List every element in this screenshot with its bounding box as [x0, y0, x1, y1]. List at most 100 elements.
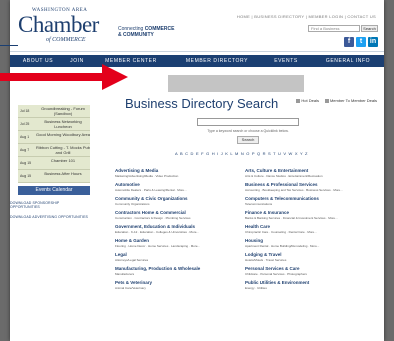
- category-item[interactable]: Personal Services & Care Childcare · Pers…: [245, 266, 375, 276]
- category-subs[interactable]: Construction · Contractors & Design · Pl…: [115, 216, 245, 220]
- logo-main-text: Chamber: [18, 12, 99, 37]
- category-item[interactable]: Automotive Automobile Dealers · Parts & L…: [115, 182, 245, 192]
- category-name[interactable]: Advertising & Media: [115, 168, 245, 173]
- redacted-banner: [168, 75, 304, 92]
- sponsorship-link[interactable]: DOWNLOAD SPONSORSHIP OPPORTUNITIES: [10, 201, 90, 209]
- category-item[interactable]: Business & Professional Services Accounti…: [245, 182, 375, 192]
- category-name[interactable]: Manufacturing, Production & Wholesale: [115, 266, 245, 271]
- category-subs[interactable]: Childcare · Personal Services · Photogra…: [245, 272, 375, 276]
- category-subs[interactable]: Banks & Banking Services · Financial & I…: [245, 216, 375, 220]
- category-item[interactable]: Finance & Insurance Banks & Banking Servi…: [245, 210, 375, 220]
- header-search-button[interactable]: Search: [361, 25, 378, 32]
- nav-general-info[interactable]: GENERAL INFO: [312, 58, 384, 64]
- category-name[interactable]: Computers & Telecommunications: [245, 196, 375, 201]
- category-subs[interactable]: Animal Care/Veterinary: [115, 286, 245, 290]
- chamber-logo[interactable]: WASHINGTON AREA Chamber of COMMERCE: [18, 4, 110, 46]
- category-item[interactable]: Home & Garden Flooring · Home Decor · Hom…: [115, 238, 245, 248]
- nav-events[interactable]: EVENTS: [260, 58, 312, 64]
- category-item[interactable]: Community & Civic Organizations Community…: [115, 196, 245, 206]
- top-links[interactable]: HOME | BUSINESS DIRECTORY | MEMBER LOGIN…: [237, 14, 376, 19]
- category-name[interactable]: Personal Services & Care: [245, 266, 375, 271]
- category-item[interactable]: Advertising & Media Marketing/Advertising…: [115, 168, 245, 178]
- event-item[interactable]: Jul 25 Business Networking Luncheon: [18, 118, 90, 131]
- frame-line: [0, 45, 18, 46]
- alphabet-links[interactable]: A B C D E F G H I J K L M N O P Q R S T …: [175, 151, 308, 156]
- category-item[interactable]: Health Care Chiropractic Care · Counselin…: [245, 224, 375, 234]
- category-item[interactable]: Public Utilities & Environment Energy · U…: [245, 280, 375, 290]
- category-item[interactable]: Computers & Telecommunications Telecommun…: [245, 196, 375, 206]
- search-hint: Type a keyword search or choose a Quickl…: [207, 129, 289, 133]
- category-subs[interactable]: Education · K-12 · Education - Colleges …: [115, 230, 245, 234]
- events-calendar-button[interactable]: Events Calendar: [18, 186, 90, 195]
- event-item[interactable]: Aug 15 Chamber 101: [18, 157, 90, 170]
- twitter-icon[interactable]: t: [356, 37, 366, 47]
- event-date: Aug 7: [20, 148, 30, 152]
- event-item[interactable]: Aug 1 Good Morning Woodbury Area: [18, 131, 90, 144]
- directory-search-button[interactable]: Search: [237, 136, 259, 144]
- category-subs[interactable]: Telecommunications: [245, 202, 375, 206]
- site-header: WASHINGTON AREA Chamber of COMMERCE Conn…: [10, 0, 384, 52]
- category-name[interactable]: Home & Garden: [115, 238, 245, 243]
- tagline-community: & COMMUNITY: [118, 32, 154, 38]
- category-name[interactable]: Government, Education & Individuals: [115, 224, 245, 229]
- category-item[interactable]: Government, Education & Individuals Educa…: [115, 224, 245, 234]
- category-subs[interactable]: Attorneys/Legal Services: [115, 258, 245, 262]
- category-name[interactable]: Automotive: [115, 182, 245, 187]
- category-subs[interactable]: Community Organizations: [115, 202, 245, 206]
- event-date: Aug 15: [20, 161, 32, 165]
- logo-sub-text: of COMMERCE: [46, 37, 86, 43]
- category-name[interactable]: Community & Civic Organizations: [115, 196, 245, 201]
- category-subs[interactable]: Apartment Rental · Home Building/Remodel…: [245, 244, 375, 248]
- facebook-icon[interactable]: f: [344, 37, 354, 47]
- tagline: Connecting COMMERCE & COMMUNITY: [118, 26, 174, 38]
- category-name[interactable]: Legal: [115, 252, 245, 257]
- category-item[interactable]: Housing Apartment Rental · Home Building/…: [245, 238, 375, 248]
- category-subs[interactable]: Automobile Dealers · Parts & Leasing/Ren…: [115, 188, 245, 192]
- category-name[interactable]: Health Care: [245, 224, 375, 229]
- category-name[interactable]: Arts, Culture & Entertainment: [245, 168, 375, 173]
- category-item[interactable]: Pets & Veterinary Animal Care/Veterinary: [115, 280, 245, 290]
- category-subs[interactable]: Accounting · Bookkeeping and Tax Service…: [245, 188, 375, 192]
- category-subs[interactable]: Flooring · Home Decor · Home Services · …: [115, 244, 245, 248]
- event-title: Good Morning Woodbury Area: [36, 132, 90, 137]
- member-deals-checkbox[interactable]: Member To Member Deals: [325, 98, 377, 103]
- category-name[interactable]: Housing: [245, 238, 375, 243]
- event-item[interactable]: Aug 7 Ribbon Cutting - T. Mocks Pub and …: [18, 144, 90, 157]
- category-subs[interactable]: Manufacturers: [115, 272, 245, 276]
- event-title: Business After Hours: [44, 171, 82, 176]
- event-date: Jul 18: [20, 109, 30, 113]
- category-item[interactable]: Contractors Home & Commercial Constructio…: [115, 210, 245, 220]
- browser-page: WASHINGTON AREA Chamber of COMMERCE Conn…: [10, 0, 384, 341]
- event-title: Ribbon Cutting - T. Mocks Pub and Grill: [36, 145, 90, 155]
- nav-member-directory[interactable]: MEMBER DIRECTORY: [174, 58, 260, 64]
- category-name[interactable]: Finance & Insurance: [245, 210, 375, 215]
- category-item[interactable]: Manufacturing, Production & Wholesale Man…: [115, 266, 245, 276]
- event-title: Business Networking Luncheon: [44, 119, 82, 129]
- event-item[interactable]: Jul 18 Groundbreaking - Forum (Sandbox): [18, 105, 90, 118]
- event-date: Jul 25: [20, 122, 30, 126]
- event-date: Aug 1: [20, 135, 30, 139]
- directory-search-input[interactable]: [197, 118, 299, 126]
- category-subs[interactable]: Chiropractic Care · Counseling · Dental …: [245, 230, 375, 234]
- linkedin-icon[interactable]: in: [368, 37, 378, 47]
- category-item[interactable]: Lodging & Travel Hotels/Motels · Travel S…: [245, 252, 375, 262]
- category-item[interactable]: Legal Attorneys/Legal Services: [115, 252, 245, 262]
- category-name[interactable]: Contractors Home & Commercial: [115, 210, 245, 215]
- category-name[interactable]: Business & Professional Services: [245, 182, 375, 187]
- advertising-link[interactable]: DOWNLOAD ADVERTISING OPPORTUNITIES: [10, 215, 90, 219]
- category-subs[interactable]: Hotels/Motels · Travel Services: [245, 258, 375, 262]
- category-subs[interactable]: Marketing/Advertising/Media · Video Prod…: [115, 174, 245, 178]
- red-arrow-icon: [0, 64, 128, 90]
- category-name[interactable]: Lodging & Travel: [245, 252, 375, 257]
- category-name[interactable]: Public Utilities & Environment: [245, 280, 375, 285]
- event-title: Groundbreaking - Forum (Sandbox): [41, 106, 85, 116]
- hot-deals-checkbox[interactable]: Hot Deals: [296, 98, 319, 103]
- category-name[interactable]: Pets & Veterinary: [115, 280, 245, 285]
- page-title: Business Directory Search: [125, 96, 279, 111]
- event-item[interactable]: Aug 15 Business After Hours: [18, 170, 90, 183]
- category-subs[interactable]: Energy · Utilities: [245, 286, 375, 290]
- find-business-input[interactable]: Find a Business: [308, 25, 360, 32]
- event-date: Aug 15: [20, 174, 32, 178]
- category-item[interactable]: Arts, Culture & Entertainment Arts & Cult…: [245, 168, 375, 178]
- category-subs[interactable]: Arts & Culture · Dance Studios · Enterta…: [245, 174, 375, 178]
